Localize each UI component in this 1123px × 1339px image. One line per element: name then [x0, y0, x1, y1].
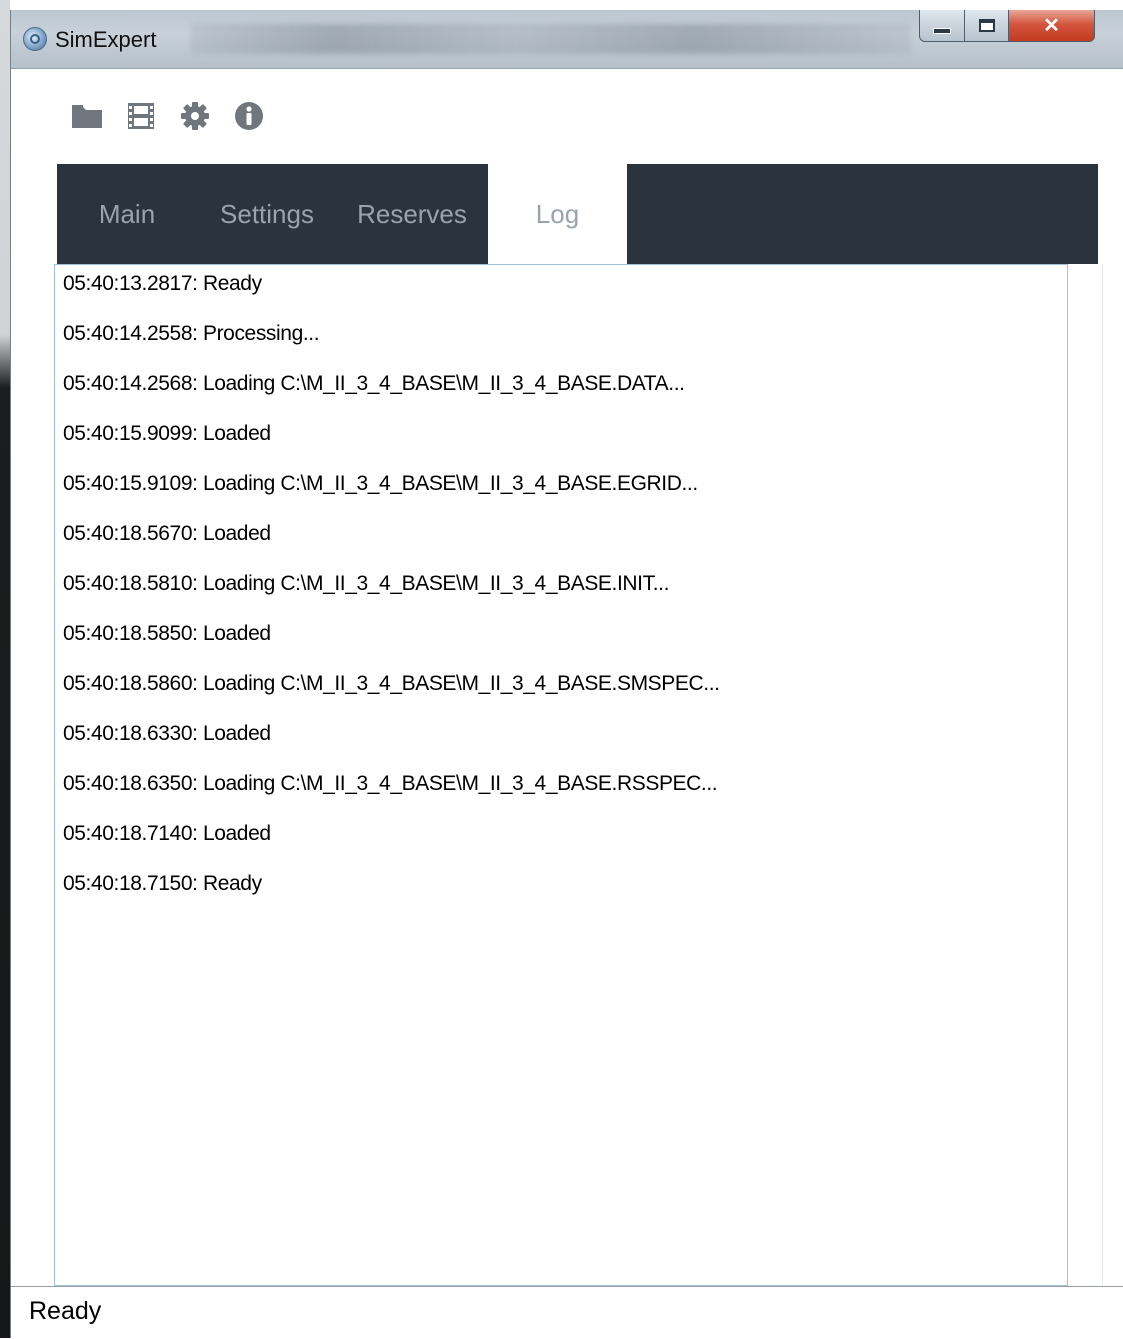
gear-icon	[181, 102, 209, 130]
tab-log[interactable]: Log	[488, 164, 627, 264]
log-scrollbar[interactable]	[1068, 264, 1103, 1286]
toolbar	[71, 100, 265, 132]
title-bar[interactable]: SimExpert ✕	[11, 10, 1123, 69]
log-line: 05:40:18.7140: Loaded	[63, 822, 271, 845]
folder-icon	[72, 105, 102, 128]
open-folder-button[interactable]	[71, 100, 103, 132]
log-line: 05:40:18.6330: Loaded	[63, 722, 271, 745]
tab-main[interactable]: Main	[77, 164, 177, 264]
status-text: Ready	[29, 1297, 102, 1325]
tab-strip: Main Settings Reserves Log	[57, 164, 1098, 264]
maximize-button[interactable]	[965, 10, 1009, 42]
film-button[interactable]	[125, 100, 157, 132]
desktop-background	[0, 0, 10, 1338]
app-window: SimExpert ✕ Main Settings Reserves Log 0…	[10, 10, 1123, 1339]
settings-button[interactable]	[179, 100, 211, 132]
log-line: 05:40:18.5860: Loading C:\M_II_3_4_BASE\…	[63, 672, 720, 695]
log-line: 05:40:18.6350: Loading C:\M_II_3_4_BASE\…	[63, 772, 718, 795]
film-icon	[128, 103, 154, 129]
window-controls: ✕	[919, 10, 1095, 44]
maximize-icon	[978, 19, 995, 32]
minimize-icon	[933, 27, 951, 34]
close-button[interactable]: ✕	[1009, 10, 1095, 42]
about-button[interactable]	[233, 100, 265, 132]
log-line: 05:40:15.9109: Loading C:\M_II_3_4_BASE\…	[63, 472, 698, 495]
log-line: 05:40:18.5670: Loaded	[63, 522, 271, 545]
log-line: 05:40:18.7150: Ready	[63, 872, 262, 895]
tab-reserves[interactable]: Reserves	[347, 164, 477, 264]
log-line: 05:40:18.5850: Loaded	[63, 622, 271, 645]
tab-settings[interactable]: Settings	[207, 164, 327, 264]
status-bar: Ready	[11, 1286, 1123, 1339]
blurred-background-region	[191, 24, 911, 54]
log-output-panel[interactable]: 05:40:13.2817: Ready 05:40:14.2558: Proce…	[54, 264, 1068, 1286]
window-title: SimExpert	[55, 27, 157, 52]
log-line: 05:40:13.2817: Ready	[63, 272, 262, 295]
log-line: 05:40:14.2558: Processing...	[63, 322, 320, 345]
info-icon	[235, 102, 263, 130]
close-icon: ✕	[1043, 15, 1060, 37]
log-line: 05:40:15.9099: Loaded	[63, 422, 271, 445]
app-logo-icon	[23, 27, 47, 51]
log-line: 05:40:14.2568: Loading C:\M_II_3_4_BASE\…	[63, 372, 685, 395]
log-line: 05:40:18.5810: Loading C:\M_II_3_4_BASE\…	[63, 572, 670, 595]
minimize-button[interactable]	[919, 10, 965, 42]
